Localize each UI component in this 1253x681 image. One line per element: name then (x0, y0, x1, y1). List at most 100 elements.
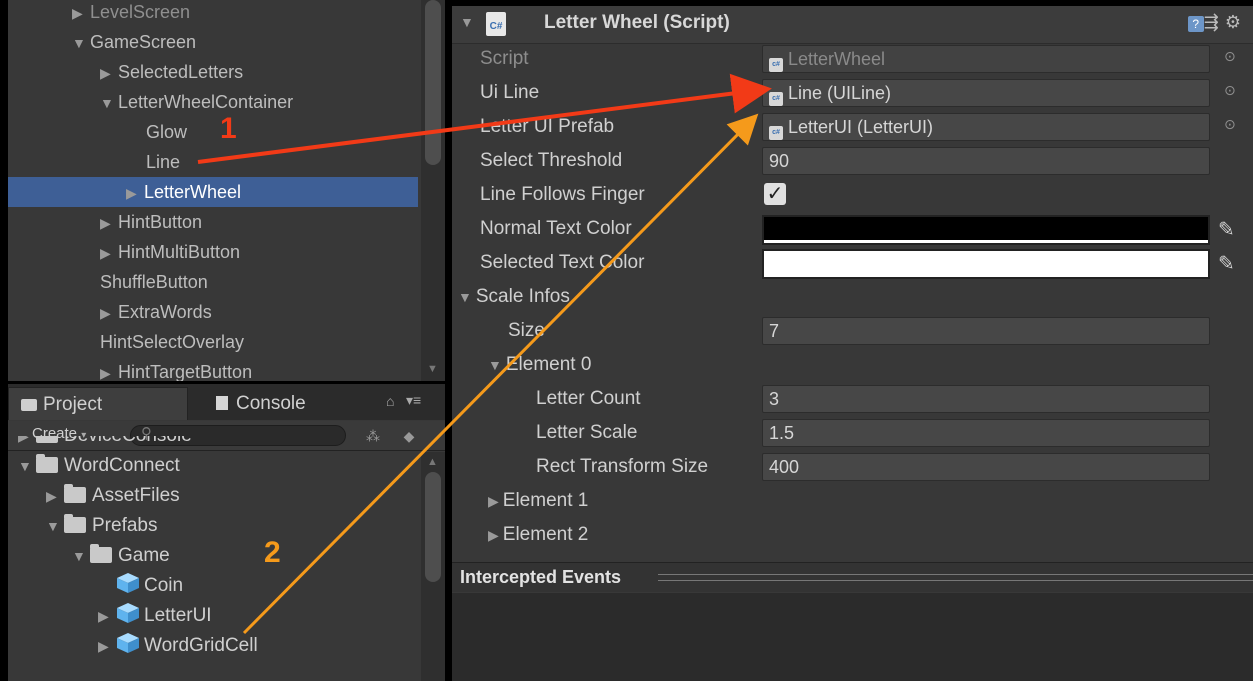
field-element-0[interactable]: ▼ Element 0 (452, 348, 1253, 382)
help-icon[interactable]: ? (1187, 16, 1204, 32)
folder-icon (36, 454, 58, 473)
collapsed-arrow-icon[interactable]: ▶ (100, 238, 118, 268)
folder-icon (21, 399, 37, 411)
project-item-label: DeviceConsole (64, 436, 192, 446)
hierarchy-item[interactable]: ▶ HintMultiButton (8, 237, 418, 267)
preset-icon[interactable]: ⇶ (1204, 12, 1225, 32)
script-file-icon: c# (769, 126, 783, 140)
expanded-arrow-icon[interactable]: ▼ (72, 28, 90, 58)
hierarchy-item[interactable]: ▼ GameScreen (8, 27, 418, 57)
field-selected-text-color: Selected Text Color ✎ (452, 246, 1253, 280)
line-follows-finger-checkbox[interactable]: ✓ (764, 183, 786, 205)
eyedropper-icon[interactable]: ✎ (1218, 251, 1235, 276)
project-item[interactable]: ▼ Prefabs (8, 511, 418, 541)
expanded-arrow-icon[interactable]: ▼ (18, 451, 36, 481)
field-element-1[interactable]: ▶ Element 1 (452, 484, 1253, 518)
hierarchy-item[interactable]: ▶ HintTargetButton (8, 357, 418, 381)
hierarchy-scrollbar[interactable]: ▼ (421, 0, 445, 381)
rect-transform-size-input[interactable]: 400 (762, 453, 1210, 481)
object-picker-icon[interactable]: ⊙ (1224, 82, 1236, 99)
ui-line-object-field[interactable]: c# Line (UILine) (762, 79, 1210, 107)
component-header[interactable]: ▼ C# Letter Wheel (Script) ? ⇶⚙ (452, 6, 1253, 44)
normal-text-color-swatch[interactable] (762, 215, 1210, 245)
hierarchy-item[interactable]: Glow (8, 117, 418, 147)
csharp-script-icon: C# (486, 12, 506, 36)
hierarchy-item[interactable]: HintSelectOverlay (8, 327, 418, 357)
project-scrollbar[interactable]: ▲ (421, 452, 445, 681)
field-element-2[interactable]: ▶ Element 2 (452, 518, 1253, 552)
project-item-label: Prefabs (92, 515, 158, 536)
project-item[interactable]: ▼ Game (8, 541, 418, 571)
hierarchy-item[interactable]: ▶ HintButton (8, 207, 418, 237)
scroll-down-arrow-icon[interactable]: ▼ (427, 363, 438, 375)
project-item[interactable]: Coin (8, 571, 418, 601)
letter-count-input[interactable]: 3 (762, 385, 1210, 413)
project-item[interactable]: ▼ WordConnect (8, 451, 418, 481)
project-scroll-thumb[interactable] (425, 472, 441, 582)
expanded-arrow-icon[interactable]: ▼ (72, 541, 90, 571)
expand-arrow-icon[interactable]: ▶ (488, 493, 499, 509)
select-threshold-input[interactable]: 90 (762, 147, 1210, 175)
project-item-label: LetterUI (144, 605, 212, 626)
project-item[interactable]: ▶ DeviceConsole (8, 436, 418, 451)
hierarchy-item[interactable]: Line (8, 147, 418, 177)
panel-menu-icon[interactable]: ▾≡ (406, 392, 421, 409)
lock-icon[interactable]: ⌂ (386, 393, 394, 409)
field-letter-ui-prefab: Letter UI Prefab c# LetterUI (LetterUI) ⊙ (452, 110, 1253, 144)
project-item[interactable]: ▶ LetterUI (8, 601, 418, 631)
project-item-label: Game (118, 545, 170, 566)
collapsed-arrow-icon[interactable]: ▶ (18, 436, 36, 451)
hierarchy-item[interactable]: ▶ LetterWheel (8, 177, 418, 207)
hierarchy-item-label: SelectedLetters (118, 62, 244, 82)
project-item[interactable]: ▶ WordGridCell (8, 631, 418, 661)
expand-arrow-icon[interactable]: ▼ (458, 289, 472, 305)
collapsed-arrow-icon[interactable]: ▶ (72, 0, 90, 28)
collapse-arrow-icon[interactable]: ▼ (460, 14, 474, 30)
object-picker-icon[interactable]: ⊙ (1224, 116, 1236, 133)
collapsed-arrow-icon[interactable]: ▶ (98, 601, 116, 631)
expanded-arrow-icon[interactable]: ▼ (46, 511, 64, 541)
field-size: Size 7 (452, 314, 1253, 348)
letter-ui-prefab-object-field[interactable]: c# LetterUI (LetterUI) (762, 113, 1210, 141)
intercepted-events-header[interactable]: Intercepted Events (452, 562, 1253, 592)
hierarchy-item[interactable]: ▶ SelectedLetters (8, 57, 418, 87)
size-input[interactable]: 7 (762, 317, 1210, 345)
tab-console[interactable]: Console (204, 387, 344, 420)
hierarchy-scroll-thumb[interactable] (425, 0, 441, 165)
collapsed-arrow-icon[interactable]: ▶ (100, 58, 118, 88)
element-1-label: Element 1 (502, 490, 589, 511)
collapsed-arrow-icon[interactable]: ▶ (46, 481, 64, 511)
collapsed-arrow-icon[interactable]: ▶ (98, 631, 116, 661)
tab-project[interactable]: Project (8, 387, 188, 420)
scroll-up-arrow-icon[interactable]: ▲ (427, 456, 438, 468)
collapsed-arrow-icon[interactable]: ▶ (100, 358, 118, 381)
letter-scale-input[interactable]: 1.5 (762, 419, 1210, 447)
project-tab-bar: Project Console ⌂ ▾≡ (8, 384, 445, 420)
collapsed-arrow-icon[interactable]: ▶ (100, 298, 118, 328)
gear-icon[interactable]: ⚙ (1225, 12, 1247, 32)
tab-console-label: Console (236, 393, 306, 414)
hierarchy-item[interactable]: ▼ LetterWheelContainer (8, 87, 418, 117)
hierarchy-item-label: HintMultiButton (118, 242, 241, 262)
field-label: ▶ Element 1 (488, 490, 588, 512)
field-line-follows-finger: Line Follows Finger ✓ (452, 178, 1253, 212)
field-label: ▼ Element 0 (488, 354, 591, 376)
field-label: Selected Text Color (480, 252, 645, 273)
component-header-icons: ? ⇶⚙ (1187, 12, 1247, 33)
hierarchy-item[interactable]: ▶ ExtraWords (8, 297, 418, 327)
field-scale-infos[interactable]: ▼ Scale Infos (452, 280, 1253, 314)
field-value: Line (UILine) (788, 83, 892, 103)
eyedropper-icon[interactable]: ✎ (1218, 217, 1235, 242)
expanded-arrow-icon[interactable]: ▼ (100, 88, 118, 118)
collapsed-arrow-icon[interactable]: ▶ (126, 178, 144, 208)
project-item[interactable]: ▶ AssetFiles (8, 481, 418, 511)
selected-text-color-swatch[interactable] (762, 249, 1210, 279)
field-label: ▼ Scale Infos (458, 286, 570, 308)
annotation-label-2: 2 (264, 536, 281, 569)
hierarchy-item[interactable]: ▶ LevelScreen (8, 0, 418, 27)
intercepted-events-area (452, 593, 1253, 681)
expand-arrow-icon[interactable]: ▼ (488, 357, 502, 373)
hierarchy-item[interactable]: ShuffleButton (8, 267, 418, 297)
expand-arrow-icon[interactable]: ▶ (488, 527, 499, 543)
collapsed-arrow-icon[interactable]: ▶ (100, 208, 118, 238)
